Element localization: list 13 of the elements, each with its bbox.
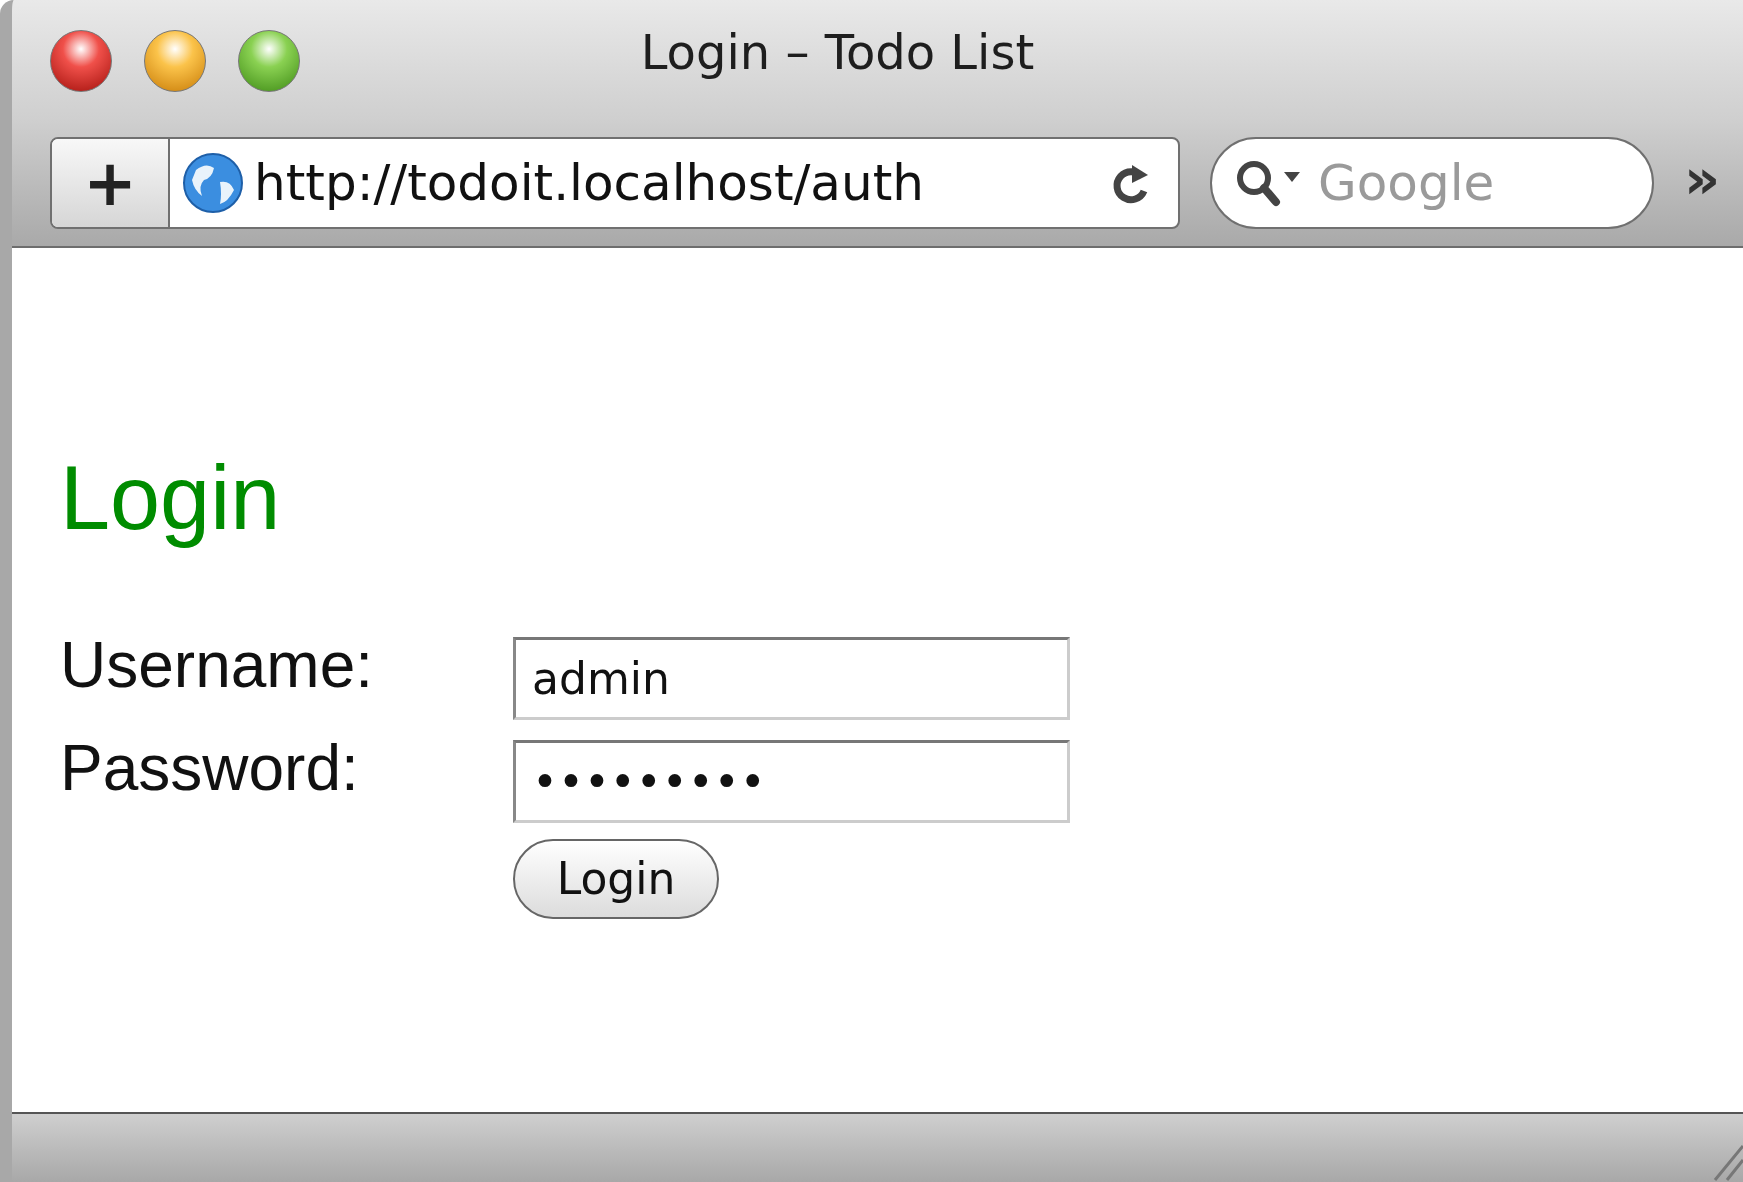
input-field[interactable]: admin xyxy=(513,636,1070,720)
globe-icon xyxy=(182,152,244,214)
page-heading: Login xyxy=(60,447,281,550)
login-button[interactable]: Login xyxy=(513,838,719,919)
address-bar[interactable]: + http://todoit.localhost/auth xyxy=(50,137,1180,229)
field-label: Username: xyxy=(60,632,374,697)
overflow-button[interactable]: » xyxy=(1684,151,1721,207)
add-bookmark-button[interactable]: + xyxy=(52,139,170,227)
search-placeholder: Google xyxy=(1318,158,1495,208)
input-field[interactable]: ••••••••• xyxy=(513,739,1070,823)
url-text: http://todoit.localhost/auth xyxy=(254,158,925,208)
field-label: Password: xyxy=(60,735,360,800)
resize-grip-icon[interactable] xyxy=(1713,1142,1743,1182)
